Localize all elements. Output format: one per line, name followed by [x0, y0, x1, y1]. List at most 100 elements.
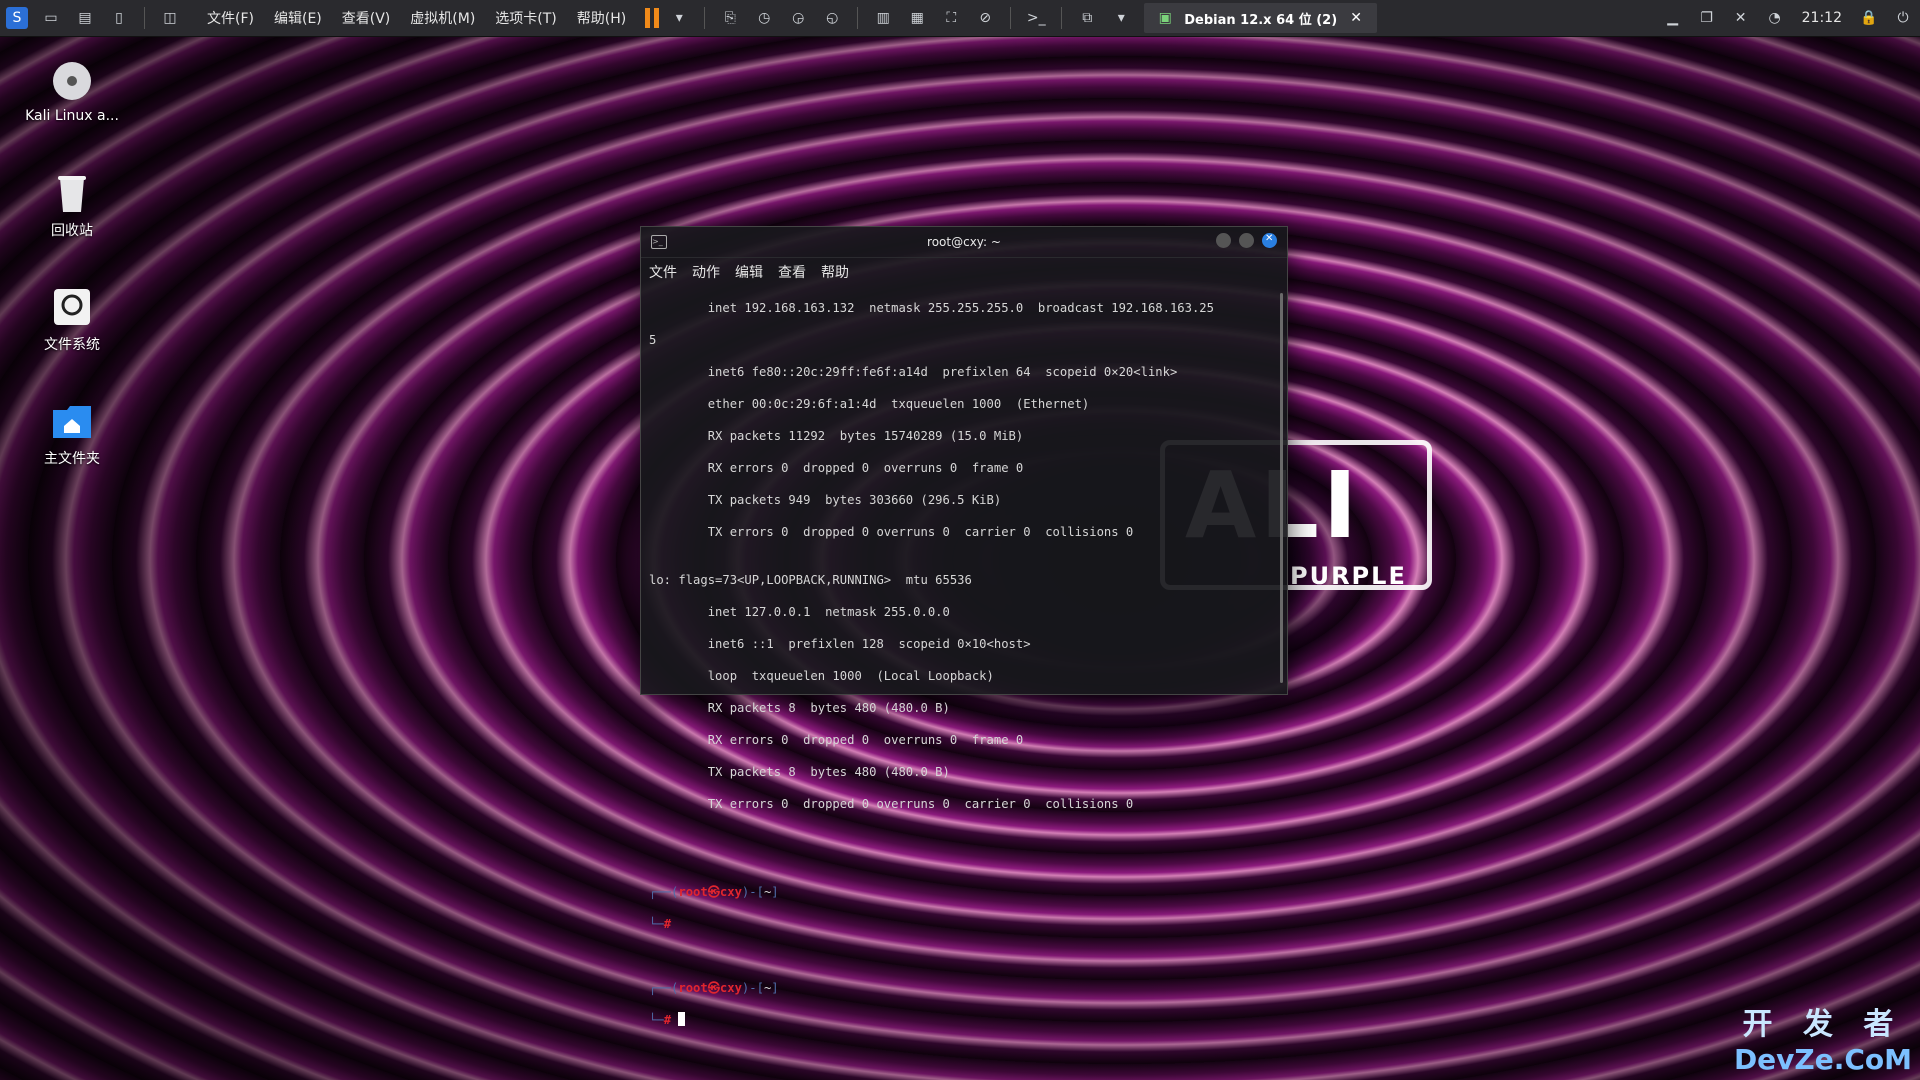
terminal-line: TX packets 8 bytes 480 (480.0 B)	[649, 765, 950, 779]
restore-icon[interactable]: ❐	[1696, 7, 1718, 29]
terminal-scrollbar[interactable]	[1280, 293, 1283, 683]
prompt-symbol: #	[663, 1013, 672, 1027]
prompt-line: └─#	[649, 917, 672, 931]
kali-logo-subtext: PURPLE	[1290, 562, 1407, 590]
prompt-symbol: #	[663, 917, 672, 931]
stretch-icon[interactable]: ⧉	[1076, 7, 1098, 29]
terminal-line: TX packets 949 bytes 303660 (296.5 KiB)	[649, 493, 1002, 507]
snapshot-restore-icon[interactable]: ◶	[787, 7, 809, 29]
vm-tab-label: Debian 12.x 64 位 (2)	[1184, 12, 1338, 28]
pause-icon[interactable]	[642, 8, 662, 28]
vm-running-icon: ▣	[1158, 10, 1172, 26]
terminal-line: RX errors 0 dropped 0 overruns 0 frame 0	[649, 461, 1024, 475]
thumbnail-icon[interactable]: ▦	[906, 7, 928, 29]
watermark-line1: 开 发 者	[1742, 1007, 1904, 1042]
close-window-icon[interactable]: ✕	[1730, 7, 1752, 29]
send-keys-icon[interactable]: ⎘	[719, 7, 741, 29]
terminal-title: root@cxy: ~	[927, 235, 1001, 249]
menu-tabs[interactable]: 选项卡(T)	[495, 8, 556, 28]
unity-icon[interactable]: ⊘	[974, 7, 996, 29]
watermark-line2: DevZe.CoM	[1733, 1043, 1912, 1076]
desktop-icon-trash[interactable]: 回收站	[20, 172, 124, 240]
toolbar-divider	[704, 7, 706, 29]
fullscreen-icon[interactable]: ⛶	[940, 7, 962, 29]
desktop-icon-filesystem[interactable]: 文件系统	[20, 286, 124, 354]
terminal-line: TX errors 0 dropped 0 overruns 0 carrier…	[649, 525, 1134, 539]
terminal-app-icon: >_	[651, 235, 667, 249]
text-cursor	[678, 1012, 686, 1026]
drive-icon	[51, 286, 93, 328]
watermark: 开 发 者 DevZe.CoM	[1734, 999, 1912, 1076]
terminal-line: RX errors 0 dropped 0 overruns 0 frame 0	[649, 733, 1024, 747]
home-folder-icon	[51, 400, 93, 442]
menu-file[interactable]: 文件(F)	[207, 8, 254, 28]
terminal-output[interactable]: inet 192.168.163.132 netmask 255.255.255…	[649, 284, 1269, 1060]
close-button[interactable]	[1262, 233, 1277, 248]
menu-vm[interactable]: 虚拟机(M)	[410, 8, 475, 28]
trash-icon	[51, 172, 93, 214]
terminal-titlebar[interactable]: >_ root@cxy: ~	[641, 227, 1287, 258]
screen-icon[interactable]: ▭	[40, 7, 62, 29]
snapshot-icon[interactable]: ◷	[753, 7, 775, 29]
toolbar-divider	[857, 7, 859, 29]
vmware-toolbar: S ▭ ▤ ▯ ◫ 文件(F) 编辑(E) 查看(V) 虚拟机(M) 选项卡(T…	[0, 0, 1920, 37]
desktop-icon-label: 文件系统	[44, 337, 100, 353]
terminal-line: TX errors 0 dropped 0 overruns 0 carrier…	[649, 797, 1134, 811]
menu-edit[interactable]: 编辑(E)	[274, 8, 322, 28]
sidebar-toggle-icon[interactable]: ▥	[872, 7, 894, 29]
terminal-menu-file[interactable]: 文件	[649, 262, 677, 282]
system-tray: ▁ ❐ ✕ ◔ 21:12 🔒 ⏻	[1656, 0, 1920, 36]
maximize-button[interactable]	[1239, 233, 1254, 248]
menu-view[interactable]: 查看(V)	[342, 8, 391, 28]
terminal-line: inet6 ::1 prefixlen 128 scopeid 0×10<hos…	[649, 637, 1031, 651]
desktop-icon-label: Kali Linux a...	[25, 108, 119, 124]
window-controls	[1216, 233, 1277, 248]
terminal-line: RX packets 11292 bytes 15740289 (15.0 Mi…	[649, 429, 1024, 443]
terminal-line: inet 192.168.163.132 netmask 255.255.255…	[649, 301, 1214, 315]
close-icon[interactable]: ✕	[1345, 7, 1367, 29]
app-logo-icon[interactable]: S	[6, 7, 28, 29]
vm-tab[interactable]: ▣ Debian 12.x 64 位 (2) ✕	[1144, 3, 1378, 33]
menu-help[interactable]: 帮助(H)	[577, 8, 626, 28]
chevron-down-icon[interactable]: ▾	[668, 7, 690, 29]
terminal-line: lo: flags=73<UP,LOOPBACK,RUNNING> mtu 65…	[649, 573, 972, 587]
desktop-icon-label: 主文件夹	[44, 451, 100, 467]
toolbar-divider	[144, 7, 145, 29]
power-icon[interactable]: ⏻	[1892, 7, 1914, 29]
lock-icon[interactable]: 🔒	[1858, 7, 1880, 29]
terminal-line: loop txqueuelen 1000 (Local Loopback)	[649, 669, 994, 683]
terminal-menu-edit[interactable]: 编辑	[735, 262, 763, 282]
prompt-user: root㉿cxy	[678, 981, 742, 995]
disc-icon	[51, 60, 93, 102]
folder-icon[interactable]: ▤	[74, 7, 96, 29]
desktop-icon-home[interactable]: 主文件夹	[20, 400, 124, 468]
desktop-icon-label: 回收站	[51, 223, 93, 239]
vmware-logo-icon[interactable]: ◫	[159, 7, 181, 29]
terminal-icon[interactable]: >_	[1025, 7, 1047, 29]
clock-icon: ◔	[1768, 10, 1781, 26]
terminal-line: RX packets 8 bytes 480 (480.0 B)	[649, 701, 950, 715]
terminal-window[interactable]: >_ root@cxy: ~ 文件 动作 编辑 查看 帮助 inet 192.1…	[640, 226, 1288, 1027]
minimize-icon[interactable]: ▁	[1662, 7, 1684, 29]
prompt-line: ┌──(root㉿cxy)-[~]	[649, 981, 779, 995]
prompt-line[interactable]: └─#	[649, 1012, 1269, 1028]
toolbar-divider	[1010, 7, 1012, 29]
terminal-line: inet 127.0.0.1 netmask 255.0.0.0	[649, 605, 950, 619]
chevron-down-icon[interactable]: ▾	[1110, 7, 1132, 29]
document-icon[interactable]: ▯	[108, 7, 130, 29]
terminal-line: ether 00:0c:29:6f:a1:4d txqueuelen 1000 …	[649, 397, 1090, 411]
minimize-button[interactable]	[1216, 233, 1231, 248]
menu-bar: 文件(F) 编辑(E) 查看(V) 虚拟机(M) 选项卡(T) 帮助(H)	[197, 8, 636, 28]
toolbar-divider	[1061, 7, 1063, 29]
desktop-icon-kali-disc[interactable]: Kali Linux a...	[20, 60, 124, 124]
terminal-menu-action[interactable]: 动作	[692, 262, 720, 282]
snapshot-manager-icon[interactable]: ◵	[821, 7, 843, 29]
terminal-menu-bar: 文件 动作 编辑 查看 帮助	[641, 258, 1287, 286]
terminal-line: inet6 fe80::20c:29ff:fe6f:a14d prefixlen…	[649, 365, 1178, 379]
terminal-menu-help[interactable]: 帮助	[821, 262, 849, 282]
terminal-line: 5	[649, 333, 657, 347]
prompt-line: ┌──(root㉿cxy)-[~]	[649, 885, 779, 899]
clock-text: 21:12	[1801, 10, 1842, 26]
prompt-user: root㉿cxy	[678, 885, 742, 899]
terminal-menu-view[interactable]: 查看	[778, 262, 806, 282]
